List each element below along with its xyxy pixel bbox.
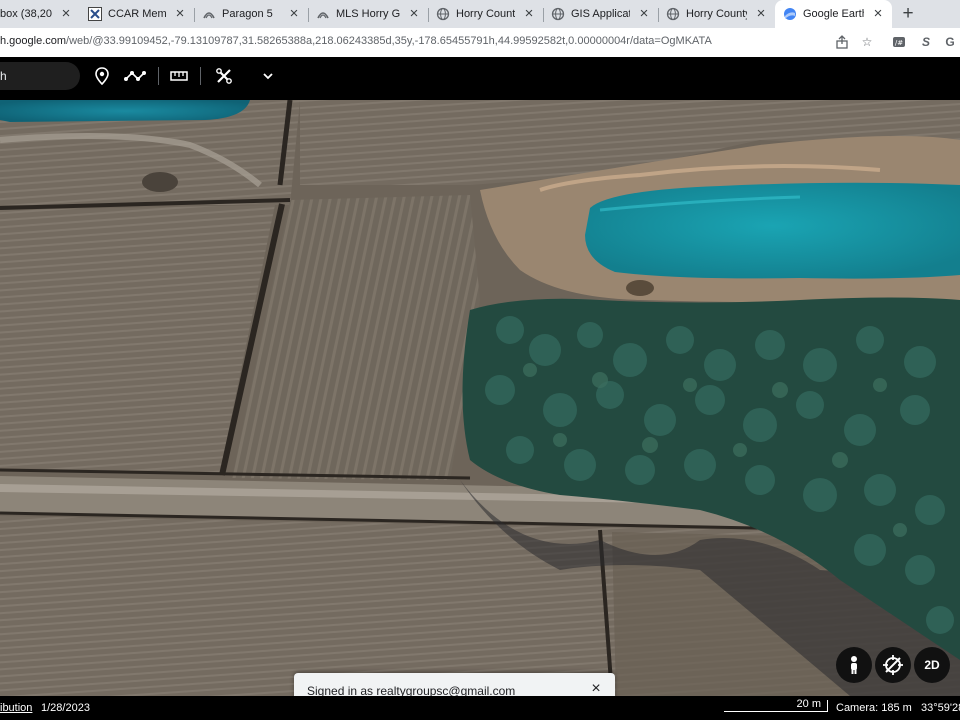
view-mode-label: 2D bbox=[924, 658, 940, 672]
tab-label: CCAR Member bbox=[108, 8, 166, 20]
share-icon[interactable] bbox=[834, 34, 850, 50]
path-icon[interactable] bbox=[122, 66, 148, 86]
satellite-map-view[interactable] bbox=[0, 100, 960, 696]
placemark-icon[interactable] bbox=[92, 66, 112, 86]
tab-label: Horry County bbox=[456, 8, 515, 20]
close-icon[interactable]: × bbox=[589, 681, 603, 697]
close-tab-icon[interactable]: × bbox=[406, 6, 422, 22]
tab-inbox[interactable]: box (38,200) × bbox=[0, 0, 80, 28]
tab-label: Paragon 5 bbox=[222, 8, 273, 20]
url-text[interactable]: h.google.com/web/@33.99109452,-79.131097… bbox=[0, 35, 712, 47]
earth-toolbar: h bbox=[0, 57, 960, 95]
tab-ccar-member[interactable]: CCAR Member × bbox=[80, 0, 194, 28]
tab-divider bbox=[428, 8, 429, 22]
tab-horry-county-1[interactable]: Horry County × bbox=[428, 0, 543, 28]
toolbar-divider bbox=[200, 67, 201, 85]
chevron-down-icon[interactable] bbox=[258, 66, 278, 86]
globe-icon bbox=[666, 7, 680, 21]
close-tab-icon[interactable]: × bbox=[172, 6, 188, 22]
reset-tilt-icon[interactable] bbox=[875, 647, 911, 683]
tab-horry-county-2[interactable]: Horry County × bbox=[658, 0, 775, 28]
tab-divider bbox=[543, 8, 544, 22]
address-bar[interactable]: h.google.com/web/@33.99109452,-79.131097… bbox=[0, 28, 960, 57]
tab-divider bbox=[308, 8, 309, 22]
ruler-icon[interactable] bbox=[169, 66, 189, 86]
tab-label: Google Earth bbox=[803, 8, 864, 20]
pegman-icon[interactable] bbox=[836, 647, 872, 683]
camera-altitude: Camera: 185 m bbox=[836, 702, 912, 714]
globe-icon bbox=[436, 7, 450, 21]
close-tab-icon[interactable]: × bbox=[58, 6, 74, 22]
close-tab-icon[interactable]: × bbox=[753, 6, 769, 22]
satellite-imagery bbox=[0, 100, 960, 696]
tab-label: box (38,200) bbox=[0, 8, 52, 20]
attribution-link[interactable]: ibution bbox=[0, 702, 32, 714]
url-path: /web/@33.99109452,-79.13109787,31.582653… bbox=[66, 35, 712, 47]
paragon-icon bbox=[202, 7, 216, 21]
tab-divider bbox=[658, 8, 659, 22]
url-domain: h.google.com bbox=[0, 35, 67, 47]
google-earth-icon bbox=[783, 7, 797, 21]
search-box[interactable]: h bbox=[0, 62, 80, 90]
tools-icon[interactable] bbox=[214, 66, 234, 86]
search-text: h bbox=[0, 69, 7, 83]
extension-icon[interactable]: /# bbox=[891, 34, 907, 50]
scale-label: 20 m bbox=[796, 698, 821, 710]
tab-paragon[interactable]: Paragon 5 × bbox=[194, 0, 308, 28]
new-tab-button[interactable]: + bbox=[898, 4, 918, 24]
globe-icon bbox=[551, 7, 565, 21]
extension-s-icon[interactable]: S bbox=[918, 34, 934, 50]
ccar-icon bbox=[88, 7, 102, 21]
toolbar-divider bbox=[158, 67, 159, 85]
tab-divider bbox=[194, 8, 195, 22]
close-tab-icon[interactable]: × bbox=[636, 6, 652, 22]
bookmark-star-icon[interactable]: ☆ bbox=[859, 34, 875, 50]
close-tab-icon[interactable]: × bbox=[870, 6, 886, 22]
status-bar: ibution 1/28/2023 20 m Camera: 185 m 33°… bbox=[0, 696, 960, 720]
close-tab-icon[interactable]: × bbox=[286, 6, 302, 22]
coordinates-readout: 33°59'28 bbox=[921, 702, 960, 714]
tab-label: Horry County bbox=[686, 8, 747, 20]
svg-text:/#: /# bbox=[895, 39, 903, 47]
paragon-icon bbox=[316, 7, 330, 21]
browser-tab-strip: box (38,200) × CCAR Member × Paragon 5 ×… bbox=[0, 0, 960, 28]
extension-g-icon[interactable]: G bbox=[942, 34, 958, 50]
scale-bar: 20 m bbox=[724, 698, 828, 712]
tab-label: MLS Horry GT bbox=[336, 8, 400, 20]
tab-gis-application[interactable]: GIS Application × bbox=[543, 0, 658, 28]
imagery-date: 1/28/2023 bbox=[41, 702, 90, 714]
close-tab-icon[interactable]: × bbox=[521, 6, 537, 22]
tab-label: GIS Application bbox=[571, 8, 630, 20]
view-mode-2d-button[interactable]: 2D bbox=[914, 647, 950, 683]
tab-mls-horry[interactable]: MLS Horry GT × bbox=[308, 0, 428, 28]
tab-google-earth[interactable]: Google Earth × bbox=[775, 0, 892, 28]
